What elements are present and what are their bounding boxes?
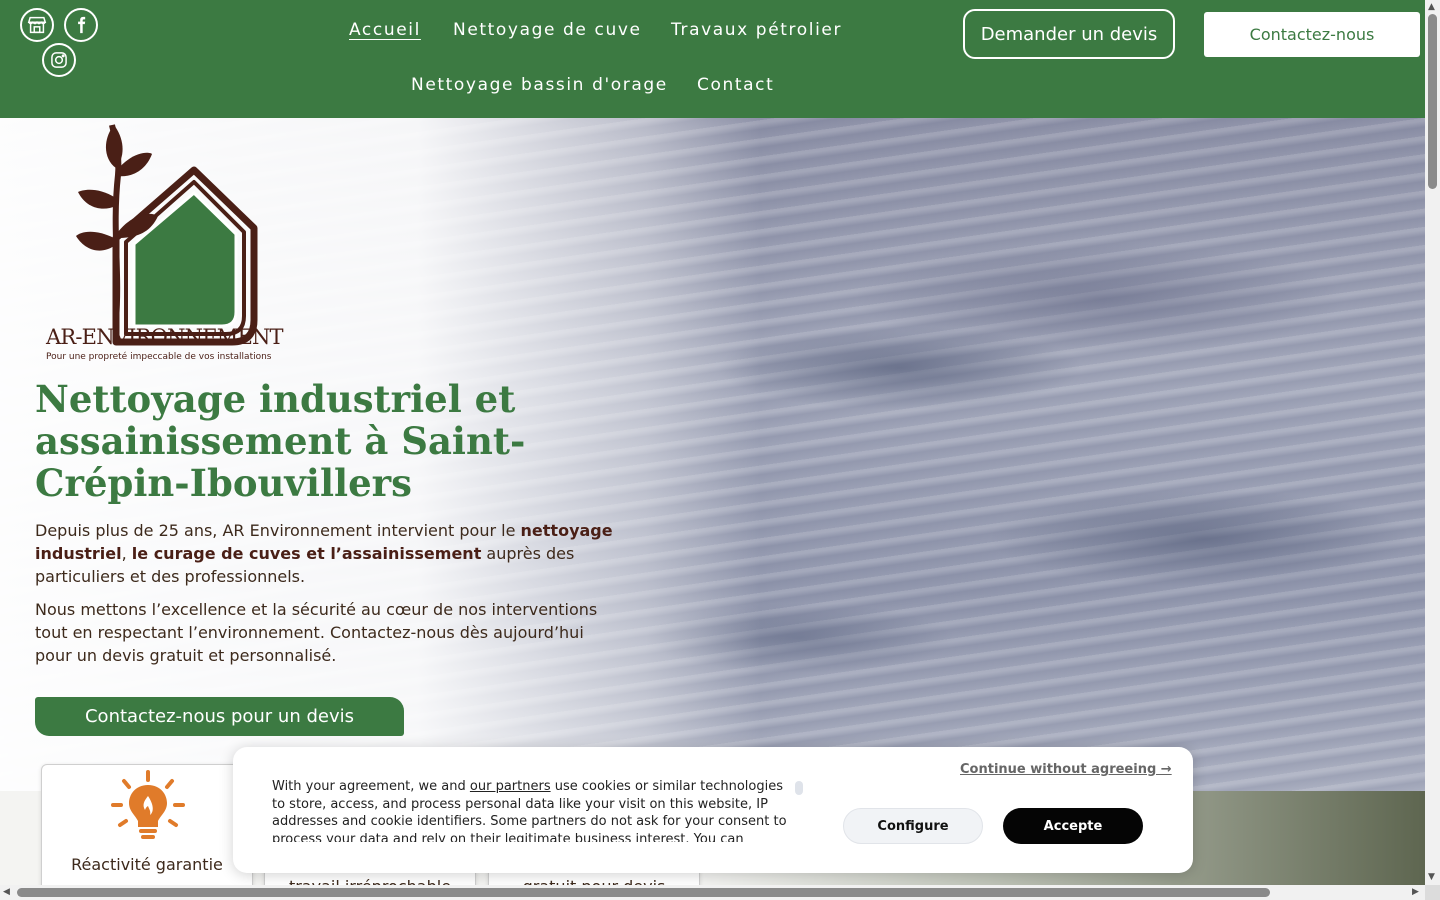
nav-storm-basin[interactable]: Nettoyage bassin d'orage <box>411 75 668 95</box>
cookie-consent-text: With your agreement, we and our partners… <box>272 778 794 842</box>
nav-petroleum-works[interactable]: Travaux pétrolier <box>671 20 842 40</box>
contact-quote-cta-button[interactable]: Contactez-nous pour un devis <box>35 697 404 736</box>
lightbulb-icon <box>111 770 185 839</box>
scroll-up-icon[interactable]: ▲ <box>1428 2 1435 12</box>
vertical-scroll-thumb[interactable] <box>1428 14 1437 189</box>
hero-title: Nettoyage industriel et assainissement à… <box>35 377 526 505</box>
logo-name: AR-ENVIRONNEMENT <box>46 325 284 349</box>
hero-p1-bold-tanks: le curage de cuves et l’assainissement <box>131 544 482 563</box>
cookie-consent-banner: With your agreement, we and our partners… <box>233 747 1193 873</box>
facebook-icon[interactable] <box>64 8 98 42</box>
hero-paragraph-2: Nous mettons l’excellence et la sécurité… <box>35 600 598 665</box>
configure-button[interactable]: Configure <box>843 808 983 844</box>
feature-label-reactivity: Réactivité garantie <box>71 855 223 874</box>
nav-home[interactable]: Accueil <box>349 20 421 40</box>
instagram-icon[interactable] <box>42 43 76 77</box>
hero-p1-text: Depuis plus de 25 ans, AR Environnement … <box>35 521 521 540</box>
vertical-scrollbar[interactable]: ▲ ▼ <box>1425 0 1440 885</box>
horizontal-scroll-thumb[interactable] <box>17 888 1270 897</box>
site-logo[interactable]: AR-ENVIRONNEMENT Pour une propreté impec… <box>42 120 292 368</box>
store-icon[interactable] <box>20 8 54 42</box>
scrollbar-corner <box>1425 885 1440 900</box>
feature-card-reactivity: Réactivité garantie <box>41 764 253 894</box>
scroll-left-icon[interactable]: ◀ <box>3 887 10 897</box>
scroll-down-icon[interactable]: ▼ <box>1428 872 1435 882</box>
hero-paragraph-1: Depuis plus de 25 ans, AR Environnement … <box>35 519 620 588</box>
nav-contact[interactable]: Contact <box>697 75 774 95</box>
our-partners-link[interactable]: our partners <box>470 779 551 794</box>
cookie-text-before: With your agreement, we and <box>272 779 470 794</box>
cookie-text-scrollbar[interactable] <box>795 781 803 795</box>
logo-tagline: Pour une propreté impeccable de vos inst… <box>46 352 272 362</box>
accept-button[interactable]: Accepte <box>1003 808 1143 844</box>
continue-without-agreeing-link[interactable]: Continue without agreeing → <box>960 762 1172 777</box>
request-quote-button[interactable]: Demander un devis <box>963 9 1175 59</box>
site-header: Accueil Nettoyage de cuve Travaux pétrol… <box>0 0 1425 118</box>
nav-tank-cleaning[interactable]: Nettoyage de cuve <box>453 20 642 40</box>
horizontal-scrollbar[interactable]: ◀ ▶ <box>0 885 1425 900</box>
contact-button[interactable]: Contactez-nous <box>1204 12 1420 57</box>
scroll-right-icon[interactable]: ▶ <box>1412 887 1419 897</box>
hero-p1-sep: , <box>121 544 132 563</box>
